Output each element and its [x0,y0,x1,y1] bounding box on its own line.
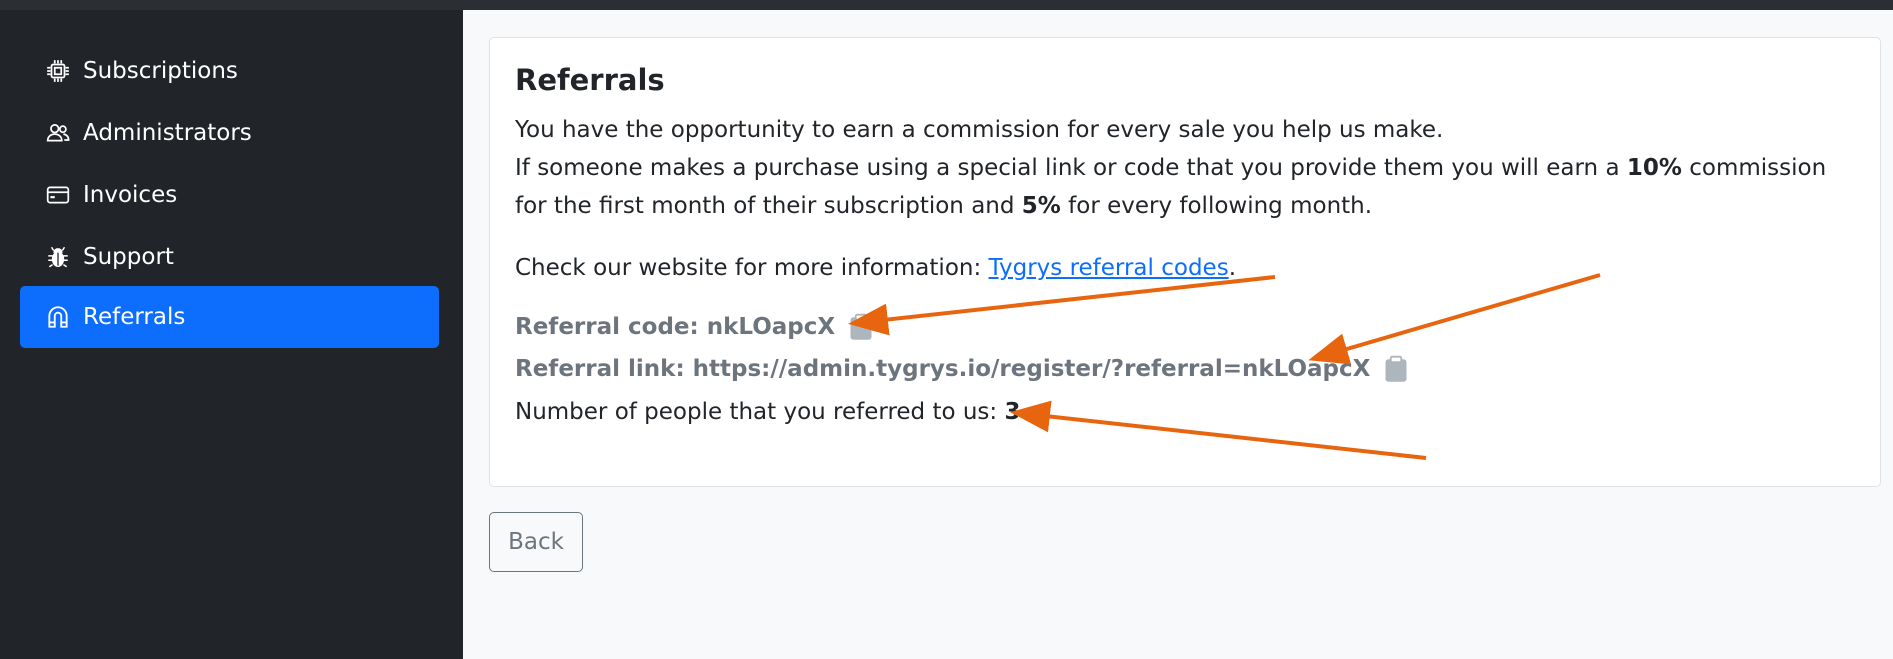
sidebar-item-label: Subscriptions [83,58,238,84]
chip-icon [44,57,72,85]
referral-link: Referral link: https://admin.tygrys.io/r… [515,356,1371,382]
info-line: Check our website for more information: … [515,249,1865,287]
sidebar-item-label: Invoices [83,182,178,208]
commission-text-prefix: If someone makes a purchase using a spec… [515,155,1627,181]
referral-link-row: Referral link: https://admin.tygrys.io/r… [515,355,1408,383]
main-content: Referrals You have the opportunity to ea… [463,10,1893,659]
sidebar-item-label: Administrators [83,120,252,146]
clipboard-icon [850,313,872,340]
referral-count-row: Number of people that you referred to us… [515,399,1021,425]
referral-codes-link[interactable]: Tygrys referral codes [989,255,1229,281]
people-icon [44,119,72,147]
referral-code-row: Referral code: nkLOapcX [515,313,873,341]
referral-count-label: Number of people that you referred to us… [515,399,1005,425]
top-bar [0,0,1893,10]
sidebar: Subscriptions Administrators Invoices Su… [0,10,463,659]
page-title: Referrals [515,63,665,97]
magnet-icon [44,303,72,331]
sidebar-item-subscriptions[interactable]: Subscriptions [20,40,439,102]
bug-icon [44,243,72,271]
clipboard-icon [1385,355,1407,382]
intro-text: You have the opportunity to earn a commi… [515,117,1444,143]
sidebar-item-referrals[interactable]: Referrals [20,286,439,348]
copy-code-button[interactable] [849,313,873,341]
sidebar-item-invoices[interactable]: Invoices [20,164,439,226]
commission-text-suffix: for every following month. [1060,193,1373,219]
copy-link-button[interactable] [1384,355,1408,383]
commission-description: You have the opportunity to earn a commi… [515,111,1865,225]
referral-count-value: 3 [1004,399,1021,425]
back-button[interactable]: Back [489,512,583,572]
credit-card-icon [44,181,72,209]
info-text: Check our website for more information: [515,255,989,281]
sidebar-item-label: Referrals [83,304,186,330]
sidebar-item-administrators[interactable]: Administrators [20,102,439,164]
sidebar-item-support[interactable]: Support [20,226,439,288]
info-suffix: . [1228,255,1236,281]
referrals-card: Referrals You have the opportunity to ea… [489,37,1881,487]
sidebar-item-label: Support [83,244,174,270]
following-month-rate: 5% [1021,193,1061,219]
first-month-rate: 10% [1626,155,1682,181]
referral-code: Referral code: nkLOapcX [515,314,836,340]
